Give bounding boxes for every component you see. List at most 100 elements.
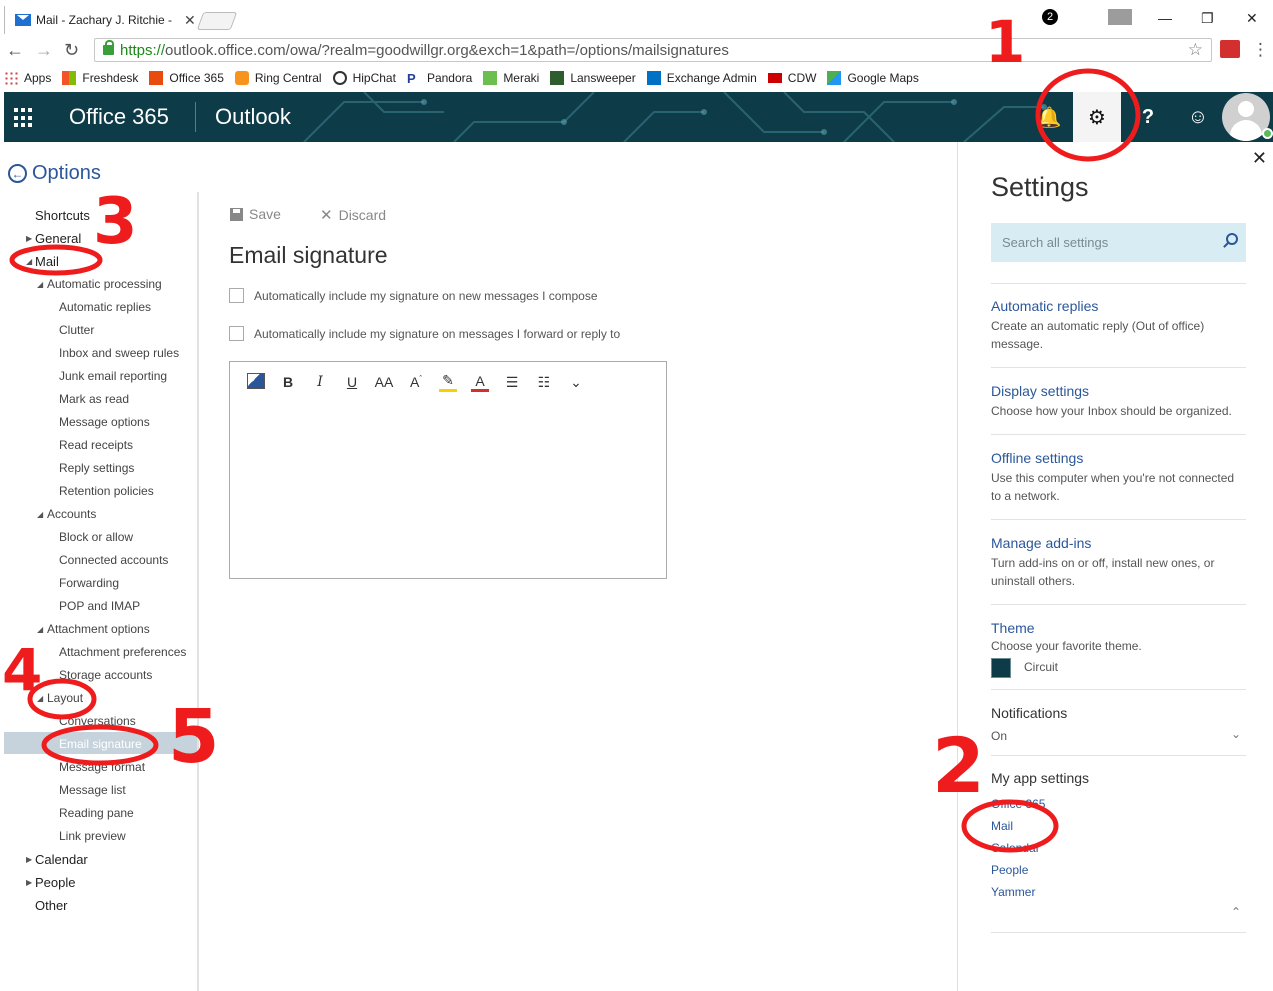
reload-icon[interactable]: ↻	[64, 40, 79, 61]
bookmark-meraki[interactable]: Meraki	[483, 71, 539, 85]
bell-icon[interactable]: 🔔	[1025, 92, 1073, 142]
nav-other[interactable]: Other	[35, 898, 68, 913]
app-people-link[interactable]: People	[991, 863, 1028, 877]
collapse-triangle-icon[interactable]: ◢	[37, 510, 43, 519]
bookmark-exchange-admin[interactable]: Exchange Admin	[646, 71, 757, 85]
nav-layout[interactable]: Layout	[47, 691, 83, 705]
nav-junk-email-reporting[interactable]: Junk email reporting	[59, 369, 167, 383]
auto-include-new-checkbox[interactable]	[229, 288, 244, 303]
bookmark-lansweeper[interactable]: Lansweeper	[550, 71, 636, 85]
manage-addins-link[interactable]: Manage add-ins	[991, 535, 1091, 551]
nav-attachment-preferences[interactable]: Attachment preferences	[59, 645, 186, 659]
browser-tab[interactable]: Mail - Zachary J. Ritchie - ✕	[4, 6, 196, 34]
italic-icon[interactable]: I	[304, 374, 336, 390]
offline-settings-link[interactable]: Offline settings	[991, 450, 1083, 466]
minimize-icon[interactable]: —	[1158, 10, 1172, 26]
automatic-replies-link[interactable]: Automatic replies	[991, 298, 1098, 314]
app-mail-link[interactable]: Mail	[991, 819, 1013, 833]
nav-accounts[interactable]: Accounts	[47, 507, 96, 521]
bookmark-hipchat[interactable]: HipChat	[332, 71, 396, 85]
nav-connected-accounts[interactable]: Connected accounts	[59, 553, 168, 567]
bookmark-google-maps[interactable]: Google Maps	[827, 71, 919, 85]
nav-people[interactable]: People	[35, 875, 75, 890]
search-settings-input[interactable]: Search all settings	[991, 223, 1246, 262]
nav-forwarding[interactable]: Forwarding	[59, 576, 119, 590]
nav-message-options[interactable]: Message options	[59, 415, 150, 429]
app-launcher-icon[interactable]	[14, 108, 34, 128]
new-tab-button[interactable]	[196, 12, 238, 30]
nav-calendar[interactable]: Calendar	[35, 852, 88, 867]
smiley-icon[interactable]: ☺	[1174, 92, 1222, 142]
bookmark-office365[interactable]: Office 365	[149, 71, 224, 85]
back-arrow-icon[interactable]: ←	[6, 40, 24, 61]
window-close-icon[interactable]: ✕	[1246, 10, 1258, 27]
nav-mail[interactable]: Mail	[35, 254, 59, 269]
highlight-icon[interactable]: ✎	[439, 372, 457, 392]
search-icon[interactable]	[1226, 233, 1238, 245]
gear-icon[interactable]: ⚙	[1073, 92, 1121, 142]
theme-link[interactable]: Theme	[991, 620, 1035, 636]
nav-link-preview[interactable]: Link preview	[59, 829, 126, 843]
nav-email-signature[interactable]: Email signature	[59, 737, 142, 751]
nav-shortcuts[interactable]: Shortcuts	[35, 208, 90, 223]
nav-storage-accounts[interactable]: Storage accounts	[59, 668, 152, 682]
chrome-menu-icon[interactable]: ⋮	[1252, 40, 1269, 60]
nav-inbox-sweep-rules[interactable]: Inbox and sweep rules	[59, 346, 179, 360]
tab-close-icon[interactable]: ✕	[184, 12, 196, 29]
collapse-triangle-icon[interactable]: ◢	[37, 625, 43, 634]
back-circle-icon[interactable]: ←	[8, 164, 27, 183]
app-office365-link[interactable]: Office 365	[991, 797, 1045, 811]
auto-include-new-row[interactable]: Automatically include my signature on ne…	[229, 288, 598, 303]
app-calendar-link[interactable]: Calendar	[991, 841, 1040, 855]
nav-mark-as-read[interactable]: Mark as read	[59, 392, 129, 406]
font-size-icon[interactable]: AA	[368, 374, 400, 390]
discard-button[interactable]: ✕ Discard	[320, 206, 386, 224]
bullet-list-icon[interactable]: ☰	[496, 374, 528, 391]
collapse-triangle-icon[interactable]: ◢	[37, 694, 43, 703]
options-title[interactable]: ← Options	[8, 162, 101, 185]
nav-pop-imap[interactable]: POP and IMAP	[59, 599, 140, 613]
url-field[interactable]: https://outlook.office.com/owa/?realm=go…	[94, 38, 1212, 62]
collapse-triangle-icon[interactable]: ◢	[37, 280, 43, 289]
chevron-down-icon[interactable]: ⌄	[560, 374, 592, 391]
app-yammer-link[interactable]: Yammer	[991, 885, 1035, 899]
nav-message-format[interactable]: Message format	[59, 760, 145, 774]
chrome-profile-icon[interactable]	[1108, 9, 1132, 25]
bookmark-pandora[interactable]: P Pandora	[407, 71, 472, 86]
font-color-icon[interactable]: A	[471, 373, 489, 392]
close-icon[interactable]: ✕	[1252, 148, 1267, 169]
o365-brand[interactable]: Office 365	[69, 104, 169, 130]
collapse-triangle-icon[interactable]: ◢	[26, 257, 32, 266]
nav-automatic-processing[interactable]: Automatic processing	[47, 277, 162, 291]
expand-triangle-icon[interactable]: ▶	[26, 878, 32, 887]
bold-icon[interactable]: B	[272, 374, 304, 390]
auto-include-reply-checkbox[interactable]	[229, 326, 244, 341]
theme-thumbnail[interactable]	[991, 658, 1011, 678]
signature-editor[interactable]: B I U AA Aˆ ✎ A ☰ ☷ ⌄	[229, 361, 667, 579]
numbered-list-icon[interactable]: ☷	[528, 374, 560, 391]
auto-include-reply-row[interactable]: Automatically include my signature on me…	[229, 326, 620, 341]
bookmark-apps[interactable]: Apps	[4, 71, 51, 85]
help-icon[interactable]: ?	[1124, 92, 1172, 142]
nav-conversations[interactable]: Conversations	[59, 714, 136, 728]
bookmark-cdw[interactable]: CDW	[767, 71, 816, 85]
nav-reply-settings[interactable]: Reply settings	[59, 461, 134, 475]
nav-clutter[interactable]: Clutter	[59, 323, 94, 337]
bookmark-ringcentral[interactable]: Ring Central	[234, 71, 322, 85]
nav-general[interactable]: General	[35, 231, 81, 246]
notifications-value[interactable]: On	[991, 727, 1241, 745]
expand-triangle-icon[interactable]: ▶	[26, 855, 32, 864]
grow-font-icon[interactable]: Aˆ	[400, 374, 432, 390]
bookmark-star-icon[interactable]: ☆	[1188, 40, 1203, 60]
extension-icon[interactable]	[1220, 40, 1240, 58]
app-name[interactable]: Outlook	[215, 104, 291, 130]
save-button[interactable]: Save	[230, 206, 281, 222]
nav-automatic-replies[interactable]: Automatic replies	[59, 300, 151, 314]
bookmark-freshdesk[interactable]: Freshdesk	[62, 71, 138, 85]
chevron-down-icon[interactable]: ⌄	[1231, 727, 1241, 741]
nav-read-receipts[interactable]: Read receipts	[59, 438, 133, 452]
chevron-up-icon[interactable]: ⌃	[1231, 905, 1241, 919]
display-settings-link[interactable]: Display settings	[991, 383, 1089, 399]
expand-triangle-icon[interactable]: ▶	[26, 234, 32, 243]
forward-arrow-icon[interactable]: →	[35, 40, 53, 61]
